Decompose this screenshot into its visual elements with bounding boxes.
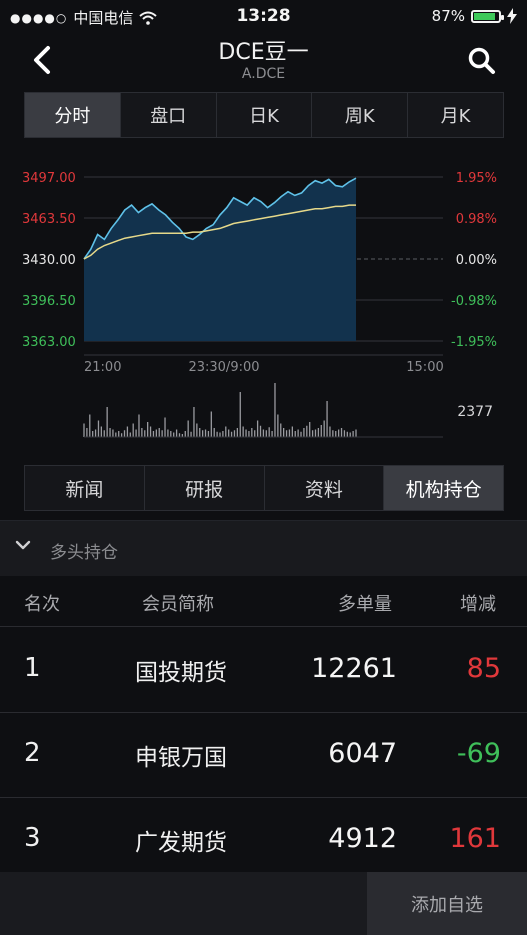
bottom-bar: 添加自选 [0, 872, 527, 935]
tab-order-book[interactable]: 盘口 [120, 93, 217, 137]
y-tick-right: -1.95% [451, 335, 497, 350]
tab-intraday[interactable]: 分时 [25, 93, 121, 137]
row-rank: 2 [24, 738, 41, 768]
row-member-name: 申银万国 [135, 745, 227, 771]
y-tick-left: 3396.50 [22, 294, 76, 309]
page-subtitle: A.DCE [241, 66, 286, 82]
y-tick-left: 3430.00 [22, 253, 76, 268]
row-change: 85 [466, 653, 501, 684]
row-member-name: 国投期货 [135, 660, 227, 686]
y-tick-right: -0.98% [451, 294, 497, 309]
header-long-volume: 多单量 [338, 594, 392, 615]
header-member: 会员简称 [142, 594, 214, 615]
x-tick: 15:00 [406, 360, 443, 375]
row-change: -69 [456, 738, 501, 769]
long-positions-section[interactable]: 多头持仓 [0, 520, 527, 576]
row-rank: 1 [24, 653, 41, 683]
row-member-name: 广发期货 [135, 830, 227, 856]
volume-label: 2377 [457, 404, 493, 420]
tab-weekly-k[interactable]: 周K [312, 93, 409, 137]
battery-percent: 87% [431, 7, 465, 25]
y-tick-left: 3463.50 [22, 212, 76, 227]
y-tick-right: 1.95% [456, 171, 497, 186]
table-row[interactable]: 2 申银万国 6047 -69 [0, 712, 527, 798]
x-tick: 23:30/9:00 [188, 360, 259, 375]
x-tick: 21:00 [84, 360, 121, 375]
y-tick-left: 3497.00 [22, 171, 76, 186]
row-rank: 3 [24, 823, 41, 853]
status-bar: ●●●●○ 中国电信 13:28 87% [0, 0, 527, 32]
info-tabs: 新闻 研报 资料 机构持仓 [24, 465, 504, 511]
tab-news[interactable]: 新闻 [25, 466, 145, 510]
chart-tabs: 分时 盘口 日K 周K 月K [24, 92, 504, 138]
tab-daily-k[interactable]: 日K [216, 93, 313, 137]
row-change: 161 [449, 823, 501, 854]
section-title: 多头持仓 [50, 543, 118, 563]
search-icon[interactable] [467, 46, 497, 76]
table-row[interactable]: 3 广发期货 4912 161 [0, 797, 527, 882]
table-header: 名次 会员简称 多单量 增减 [0, 576, 527, 627]
y-tick-left: 3363.00 [22, 335, 76, 350]
tab-profile[interactable]: 资料 [264, 466, 385, 510]
nav-header: DCE豆一 A.DCE [0, 32, 527, 90]
intraday-chart[interactable]: 3497.00 3463.50 3430.00 3396.50 3363.00 1.95%… [0, 160, 527, 450]
tab-research[interactable]: 研报 [144, 466, 265, 510]
table-row[interactable]: 1 国投期货 12261 85 [0, 627, 527, 713]
row-volume: 12261 [311, 653, 397, 684]
page-title: DCE豆一 [218, 40, 309, 65]
chevron-down-icon [15, 540, 31, 550]
header-rank: 名次 [24, 594, 60, 615]
tab-monthly-k[interactable]: 月K [408, 93, 503, 137]
y-tick-right: 0.00% [456, 253, 497, 268]
battery-icon [471, 9, 504, 23]
add-to-watchlist-button[interactable]: 添加自选 [367, 872, 527, 935]
tab-institution-positions[interactable]: 机构持仓 [384, 466, 503, 510]
row-volume: 4912 [328, 823, 397, 854]
row-volume: 6047 [328, 738, 397, 769]
header-change: 增减 [460, 594, 496, 615]
charging-bolt-icon [507, 8, 517, 24]
price-area [84, 178, 356, 341]
y-tick-right: 0.98% [456, 212, 497, 227]
